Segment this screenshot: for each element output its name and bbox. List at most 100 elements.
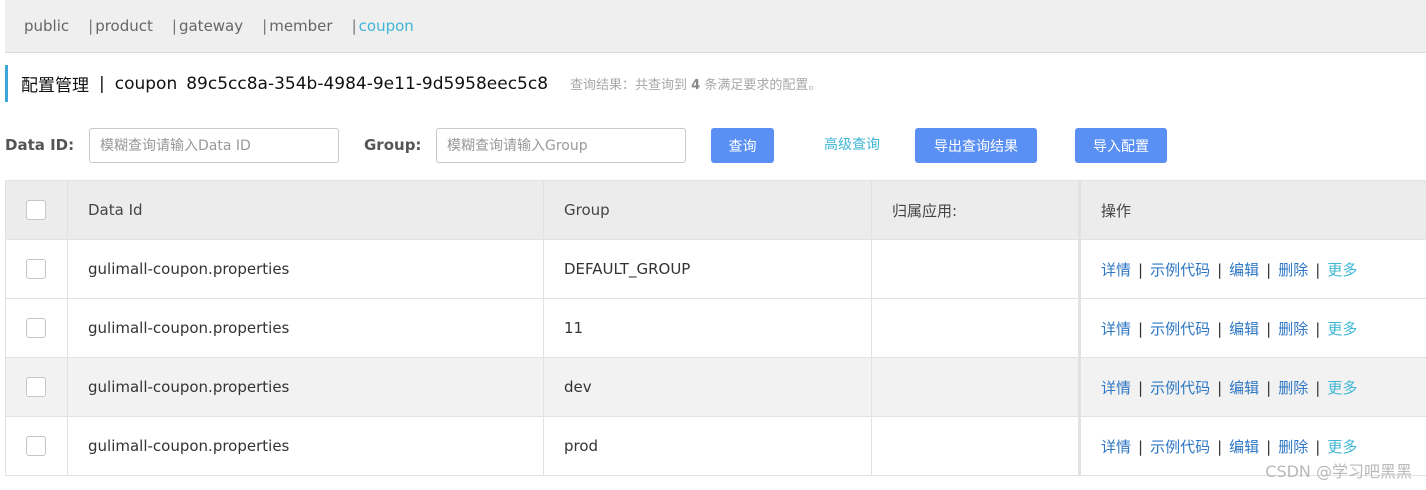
delete-link[interactable]: 删除 [1278,261,1308,279]
column-header-group: Group [543,180,872,240]
edit-link[interactable]: 编辑 [1229,379,1259,397]
more-link[interactable]: 更多 [1327,379,1357,397]
data-id-input[interactable] [89,128,339,163]
delete-link[interactable]: 删除 [1278,438,1308,456]
row-select-cell [5,298,68,358]
row-checkbox[interactable] [26,318,46,338]
more-link[interactable]: 更多 [1327,320,1357,338]
table-row: gulimall-coupon.properties DEFAULT_GROUP… [5,239,1426,299]
action-separator: | [1315,378,1321,397]
namespace-id: 89c5cc8a-354b-4984-9e11-9d5958eec5c8 [186,73,549,94]
row-select-cell [5,239,68,299]
namespace-bar: public | product | gateway | member | co… [5,0,1426,53]
action-separator: | [1138,437,1144,456]
config-table: Data Id Group 归属应用: 操作 gulimall-coupon.p… [5,180,1426,476]
operations-cell: 详情 | 示例代码 | 编辑 | 删除 | 更多 [1078,357,1426,417]
edit-link[interactable]: 编辑 [1229,261,1259,279]
column-header-app: 归属应用: [871,180,1080,240]
more-link[interactable]: 更多 [1327,261,1357,279]
namespace-tab-coupon[interactable]: coupon [359,17,414,35]
app-cell [871,357,1080,417]
operations-cell: 详情 | 示例代码 | 编辑 | 删除 | 更多 [1078,298,1426,358]
action-separator: | [1217,319,1223,338]
action-separator: | [1217,378,1223,397]
detail-link[interactable]: 详情 [1101,438,1131,456]
watermark: CSDN @学习吧黑黑 [1265,462,1412,481]
namespace-separator: | [171,17,177,35]
action-separator: | [1315,437,1321,456]
query-result-summary: 查询结果：共查询到 4 条满足要求的配置。 [570,74,821,93]
group-cell: prod [543,416,872,476]
title-separator: | [99,73,105,94]
action-separator: | [1138,378,1144,397]
more-link[interactable]: 更多 [1327,438,1357,456]
namespace-tab-public[interactable]: public [24,17,69,35]
import-config-button[interactable]: 导入配置 [1075,128,1167,163]
sample-code-link[interactable]: 示例代码 [1150,438,1210,456]
app-cell [871,416,1080,476]
namespace-name: coupon [114,73,178,94]
action-separator: | [1266,260,1272,279]
detail-link[interactable]: 详情 [1101,261,1131,279]
table-row: gulimall-coupon.properties dev 详情 | 示例代码 | 编… [5,357,1426,417]
detail-link[interactable]: 详情 [1101,320,1131,338]
app-cell [871,239,1080,299]
namespace-tab-product[interactable]: product [95,17,153,35]
sample-code-link[interactable]: 示例代码 [1150,261,1210,279]
result-suffix: 条满足要求的配置。 [704,78,822,93]
query-button[interactable]: 查询 [711,128,774,163]
namespace-tab-gateway[interactable]: gateway [179,17,243,35]
column-header-operations: 操作 [1078,180,1426,240]
advanced-query-link[interactable]: 高级查询 [824,128,880,163]
group-cell: dev [543,357,872,417]
sample-code-link[interactable]: 示例代码 [1150,320,1210,338]
result-count: 4 [691,78,701,93]
group-cell: 11 [543,298,872,358]
table-row: gulimall-coupon.properties prod 详情 | 示例代码 |… [5,416,1426,476]
action-separator: | [1217,260,1223,279]
data-id-cell: gulimall-coupon.properties [67,239,544,299]
group-input[interactable] [436,128,686,163]
table-row: gulimall-coupon.properties 11 详情 | 示例代码 | 编辑… [5,298,1426,358]
action-separator: | [1138,319,1144,338]
delete-link[interactable]: 删除 [1278,379,1308,397]
action-separator: | [1315,319,1321,338]
result-prefix: 查询结果：共查询到 [570,78,688,93]
group-cell: DEFAULT_GROUP [543,239,872,299]
row-select-cell [5,416,68,476]
search-bar: Data ID: Group: 查询 高级查询 导出查询结果 导入配置 [5,128,1205,163]
detail-link[interactable]: 详情 [1101,379,1131,397]
action-separator: | [1266,319,1272,338]
row-checkbox[interactable] [26,377,46,397]
data-id-cell: gulimall-coupon.properties [67,298,544,358]
group-label: Group: [364,136,422,154]
column-header-data-id: Data Id [67,180,544,240]
data-id-cell: gulimall-coupon.properties [67,416,544,476]
page-title: 配置管理 [21,76,89,96]
action-separator: | [1315,260,1321,279]
namespace-separator: | [351,17,357,35]
edit-link[interactable]: 编辑 [1229,438,1259,456]
edit-link[interactable]: 编辑 [1229,320,1259,338]
data-id-cell: gulimall-coupon.properties [67,357,544,417]
namespace-separator: | [262,17,268,35]
namespace-tab-member[interactable]: member [269,17,332,35]
select-all-cell [5,180,68,240]
delete-link[interactable]: 删除 [1278,320,1308,338]
data-id-label: Data ID: [5,136,75,154]
export-results-button[interactable]: 导出查询结果 [915,128,1037,163]
action-separator: | [1217,437,1223,456]
action-separator: | [1266,378,1272,397]
row-checkbox[interactable] [26,436,46,456]
namespace-separator: | [88,17,94,35]
page-title-row: 配置管理 | coupon 89c5cc8a-354b-4984-9e11-9d… [5,65,821,102]
select-all-checkbox[interactable] [26,200,46,220]
action-separator: | [1266,437,1272,456]
table-header-row: Data Id Group 归属应用: 操作 [5,180,1426,240]
app-cell [871,298,1080,358]
sample-code-link[interactable]: 示例代码 [1150,379,1210,397]
operations-cell: 详情 | 示例代码 | 编辑 | 删除 | 更多 [1078,239,1426,299]
row-select-cell [5,357,68,417]
row-checkbox[interactable] [26,259,46,279]
action-separator: | [1138,260,1144,279]
